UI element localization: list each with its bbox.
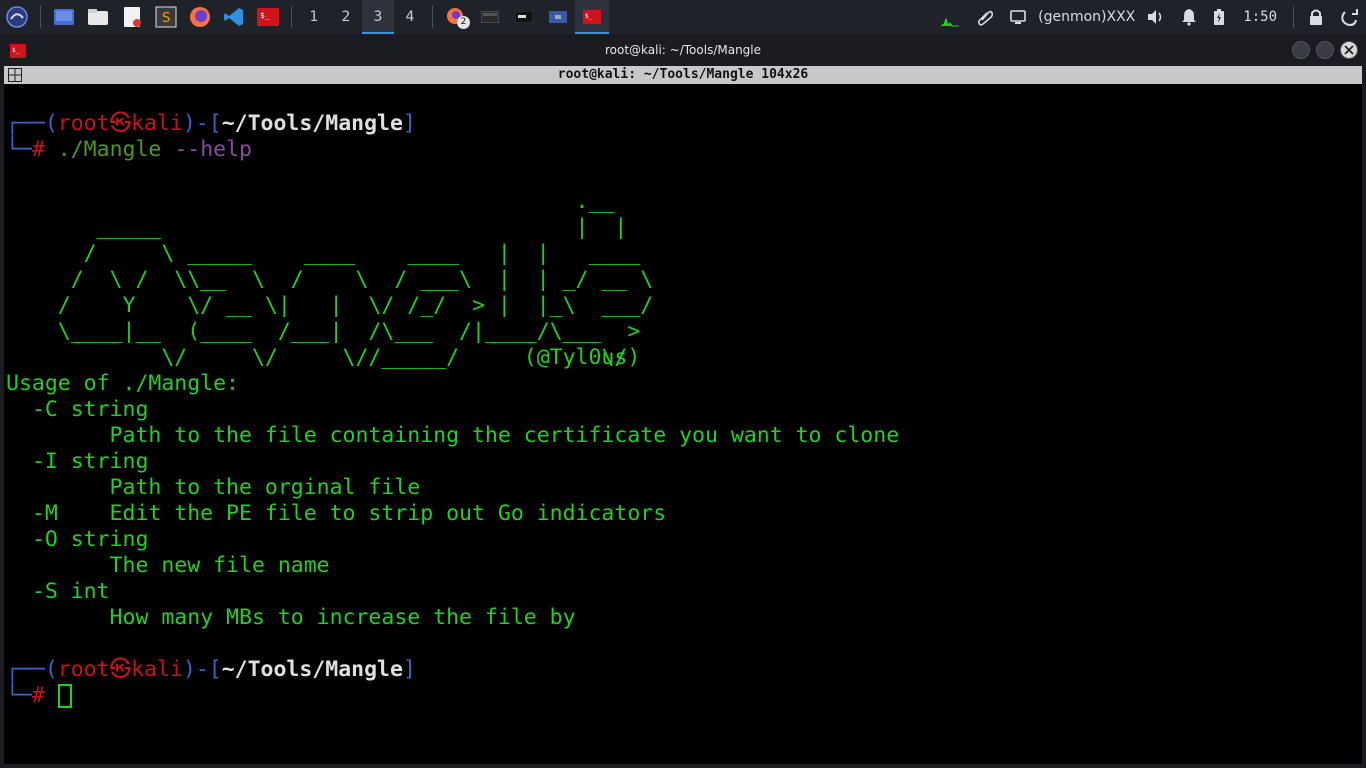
prompt-user: root [57,111,110,136]
prompt-symbol: ㉿ [109,111,132,136]
output-line: Path to the file containing the certific… [6,423,900,448]
window-thumb-icon[interactable] [507,0,541,34]
window-thumb-icon[interactable] [541,0,575,34]
ascii-art-line: \____|__ (____ /___| /\___ /|____/\___ > [6,319,641,344]
prompt-line: ┌──(root㉿kali)-[~/Tools/Mangle] [6,657,416,683]
terminal-icon[interactable]: $_ [251,0,285,34]
output-line: -C string [6,397,149,422]
prompt-bracket: ] [402,111,416,136]
system-tray: (genmon)XXX 1:50 [932,0,1366,34]
prompt-line: ┌──(root㉿kali)-[~/Tools/Mangle] [6,111,416,137]
power-icon[interactable] [1332,0,1366,34]
ascii-art-line: _____ | | [6,215,628,240]
workspace-label: 1 [309,9,319,25]
maximize-button[interactable] [1316,41,1334,59]
battery-icon[interactable] [1205,0,1233,34]
window-titlebar[interactable]: $_ root@kali: ~/Tools/Mangle [0,34,1366,66]
window-title: root@kali: ~/Tools/Mangle [604,43,762,57]
output-line: Path to the orginal file [6,475,421,500]
terminal-body[interactable]: ┌──(root㉿kali)-[~/Tools/Mangle] └─# ./Ma… [4,84,1362,764]
workspace-label: 3 [373,9,383,25]
terminal-header: root@kali: ~/Tools/Mangle 104x26 [4,66,1362,84]
top-panel: S $_ 1 2 3 4 2 $_ (genmon)XXX 1:50 [0,0,1366,34]
command-text: ./Mangle [57,137,162,162]
prompt-symbol: ㉿ [109,657,132,682]
firefox-icon[interactable] [183,0,217,34]
prompt-corner: ┌──( [6,111,58,136]
svg-text:$_: $_ [12,47,20,54]
volume-icon[interactable] [1139,0,1173,34]
paperclip-icon[interactable] [968,0,1002,34]
clock[interactable]: 1:50 [1233,9,1287,25]
prompt-host: kali [131,111,183,136]
panel-separator [40,6,41,28]
prompt-separator: )-[ [182,657,222,682]
close-button[interactable] [1340,41,1358,59]
workspace-2[interactable]: 2 [330,0,362,34]
prompt-separator: )-[ [182,111,222,136]
workspace-label: 2 [341,9,351,25]
panel-separator [1293,6,1294,28]
ascii-art-line: / \ / \\__ \ / \ / ___\ | | _/ __ \ [6,267,654,292]
workspace-label: 4 [405,9,415,25]
prompt-host: kali [131,657,183,682]
text-cursor [57,684,72,708]
window-buttons [1292,41,1358,59]
prompt-corner: └─ [6,137,32,162]
terminal-header-title: root@kali: ~/Tools/Mangle 104x26 [557,67,809,82]
output-line: How many MBs to increase the file by [6,605,576,630]
prompt-user: root [57,657,110,682]
prompt-hash: # [31,683,45,708]
kali-menu-icon[interactable] [0,0,34,34]
genmon-label[interactable]: (genmon)XXX [1034,9,1139,25]
prompt-bracket: ] [402,657,416,682]
workspace-3[interactable]: 3 [362,0,394,34]
active-terminal-window-icon[interactable]: $_ [575,0,609,34]
svg-text:$_: $_ [260,11,270,20]
output-line: Usage of ./Mangle: [6,371,239,396]
command-line: └─# ./Mangle --help [6,137,252,163]
text-editor-icon[interactable] [115,0,149,34]
prompt-path: ~/Tools/Mangle [221,111,403,136]
command-line[interactable]: └─# [6,683,72,709]
panel-separator [291,6,292,28]
cpu-graph-icon[interactable] [932,0,968,34]
svg-text:S: S [162,11,170,26]
workspace-4[interactable]: 4 [394,0,426,34]
output-line: -I string [6,449,149,474]
output-line: -O string [6,527,149,552]
window-thumb-icon[interactable] [473,0,507,34]
bell-icon[interactable] [1173,0,1205,34]
terminal-window-icon: $_ [10,43,26,62]
output-line: -S int [6,579,110,604]
panel-separator [432,6,433,28]
vscode-icon[interactable] [217,0,251,34]
output-line: The new file name [6,553,330,578]
monitor-icon[interactable] [1002,0,1034,34]
lock-icon[interactable] [1300,0,1332,34]
prompt-path: ~/Tools/Mangle [221,657,403,682]
ascii-art-credit: (@Tyl0us) [6,345,641,370]
ascii-art-line: / Y \/ __ \| | \/ /_/ > | |_\ ___/ [6,293,654,318]
file-manager-icon[interactable] [81,0,115,34]
svg-text:$_: $_ [585,13,593,20]
ascii-art-line: / \ _____ ____ ____ | | ____ [6,241,641,266]
output-line: -M Edit the PE file to strip out Go indi… [6,501,667,526]
prompt-corner: ┌──( [6,657,58,682]
prompt-hash: # [31,137,45,162]
window-group-icon[interactable]: 2 [439,0,473,34]
ascii-art-line: .__ [6,189,615,214]
workspace-1[interactable]: 1 [298,0,330,34]
command-arg: --help [174,137,252,162]
close-icon [1344,45,1354,55]
sublime-icon[interactable]: S [149,0,183,34]
prompt-corner: └─ [6,683,32,708]
desktop-icon[interactable] [47,0,81,34]
window-count-badge: 2 [457,16,470,29]
minimize-button[interactable] [1292,41,1310,59]
